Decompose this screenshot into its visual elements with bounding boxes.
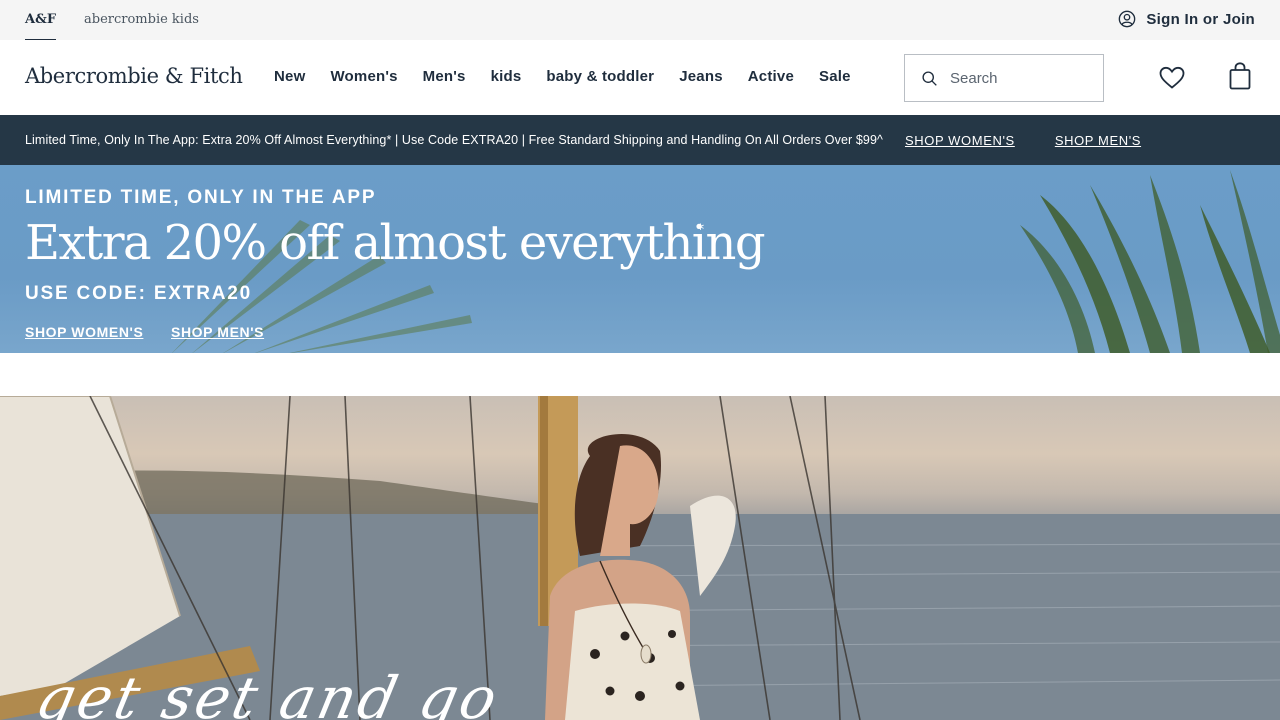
- search-input[interactable]: [950, 69, 1090, 87]
- lifestyle-hero-image[interactable]: get set and go: [0, 396, 1280, 720]
- shopping-bag-icon[interactable]: [1229, 62, 1251, 90]
- hero-shop-womens-link[interactable]: SHOP WOMEN'S: [25, 324, 143, 340]
- sign-in-label: Sign In or Join: [1146, 10, 1255, 28]
- hero-headline: Extra 20% off almost everything: [25, 215, 766, 271]
- nav-item-sale[interactable]: Sale: [819, 68, 851, 85]
- nav-item-jeans[interactable]: Jeans: [679, 68, 723, 85]
- search-icon: [921, 70, 938, 87]
- nav-item-baby-toddler[interactable]: baby & toddler: [546, 68, 654, 85]
- hero-promo-code: USE CODE: EXTRA20: [25, 283, 252, 304]
- promo-shop-mens-link[interactable]: SHOP MEN'S: [1055, 133, 1141, 148]
- heart-icon[interactable]: [1159, 66, 1185, 90]
- lifestyle-script-text: get set and go: [30, 664, 506, 720]
- nav-item-kids[interactable]: kids: [491, 68, 522, 85]
- hero-banner: LIMITED TIME, ONLY IN THE APP Extra 20% …: [0, 165, 1280, 353]
- palm-leaves-right: [1020, 170, 1280, 353]
- brand-tab-af[interactable]: A&F: [25, 12, 57, 41]
- promo-shop-womens-link[interactable]: SHOP WOMEN'S: [905, 133, 1015, 148]
- hero-shop-mens-link[interactable]: SHOP MEN'S: [171, 324, 264, 340]
- nav-item-womens[interactable]: Women's: [330, 68, 397, 85]
- search-box[interactable]: [904, 54, 1104, 102]
- brand-tab-abercrombie-kids[interactable]: abercrombie kids: [84, 12, 199, 27]
- main-header: Abercrombie & Fitch New Women's Men's ki…: [0, 40, 1280, 115]
- user-icon: [1118, 10, 1136, 28]
- promo-strip: Limited Time, Only In The App: Extra 20%…: [0, 115, 1280, 165]
- hero-eyebrow: LIMITED TIME, ONLY IN THE APP: [25, 187, 377, 208]
- sign-in-link[interactable]: Sign In or Join: [1118, 10, 1255, 28]
- main-nav: New Women's Men's kids baby & toddler Je…: [274, 68, 876, 85]
- nav-item-active[interactable]: Active: [748, 68, 794, 85]
- utility-bar: A&F abercrombie kids Sign In or Join: [0, 0, 1280, 41]
- nav-item-new[interactable]: New: [274, 68, 305, 85]
- hero-asterisk: *: [697, 222, 704, 238]
- abercrombie-logo[interactable]: Abercrombie & Fitch: [25, 64, 243, 88]
- promo-text: Limited Time, Only In The App: Extra 20%…: [25, 133, 883, 147]
- nav-item-mens[interactable]: Men's: [423, 68, 466, 85]
